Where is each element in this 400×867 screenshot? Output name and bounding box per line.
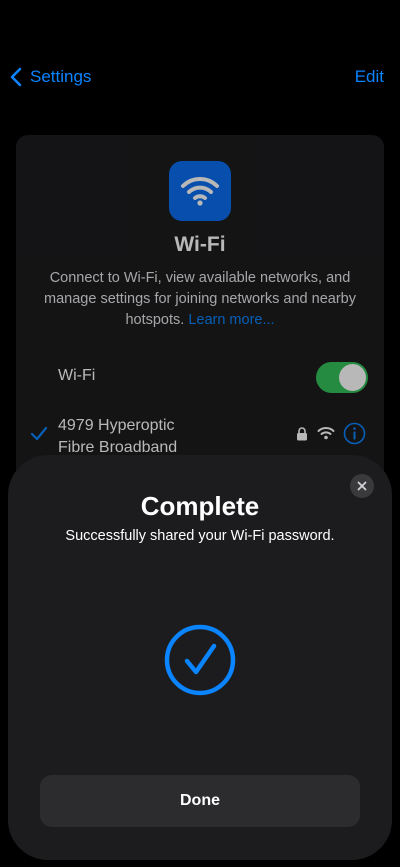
sheet-title: Complete bbox=[140, 491, 260, 521]
checkmark-icon bbox=[30, 426, 48, 441]
learn-more-link[interactable]: Learn more... bbox=[188, 312, 274, 328]
wifi-icon bbox=[181, 176, 219, 206]
close-icon bbox=[357, 481, 367, 491]
lock-icon bbox=[297, 427, 307, 441]
back-button[interactable]: Settings bbox=[8, 62, 91, 92]
wifi-app-icon bbox=[169, 161, 231, 221]
nav-bar: Settings Edit bbox=[0, 62, 400, 92]
info-icon[interactable] bbox=[343, 422, 366, 445]
wifi-signal-icon bbox=[317, 427, 335, 440]
back-button-label: Settings bbox=[30, 67, 92, 86]
wifi-title: Wi-Fi bbox=[174, 233, 226, 256]
share-complete-sheet: Complete Successfully shared your Wi-Fi … bbox=[8, 455, 392, 860]
screen: Settings Edit Wi-Fi Connect to Wi-Fi, vi… bbox=[0, 0, 400, 867]
wifi-toggle-row: Wi-Fi bbox=[16, 360, 384, 394]
network-name-line1: 4979 Hyperoptic bbox=[58, 417, 175, 434]
wifi-toggle[interactable] bbox=[316, 362, 368, 393]
checkmark-circle-icon bbox=[164, 624, 236, 696]
wifi-toggle-label: Wi-Fi bbox=[58, 367, 96, 384]
chevron-left-icon bbox=[10, 67, 22, 87]
wifi-description: Connect to Wi-Fi, view available network… bbox=[30, 268, 370, 331]
connected-network-row[interactable]: 4979 Hyperoptic Fibre Broadband bbox=[16, 413, 384, 457]
toggle-knob bbox=[339, 364, 366, 391]
wifi-card: Wi-Fi Connect to Wi-Fi, view available n… bbox=[16, 135, 384, 495]
network-name: 4979 Hyperoptic Fibre Broadband bbox=[58, 415, 258, 459]
done-button[interactable]: Done bbox=[40, 775, 360, 827]
edit-button[interactable]: Edit bbox=[355, 62, 384, 92]
sheet-subtitle: Successfully shared your Wi-Fi password. bbox=[65, 528, 335, 544]
